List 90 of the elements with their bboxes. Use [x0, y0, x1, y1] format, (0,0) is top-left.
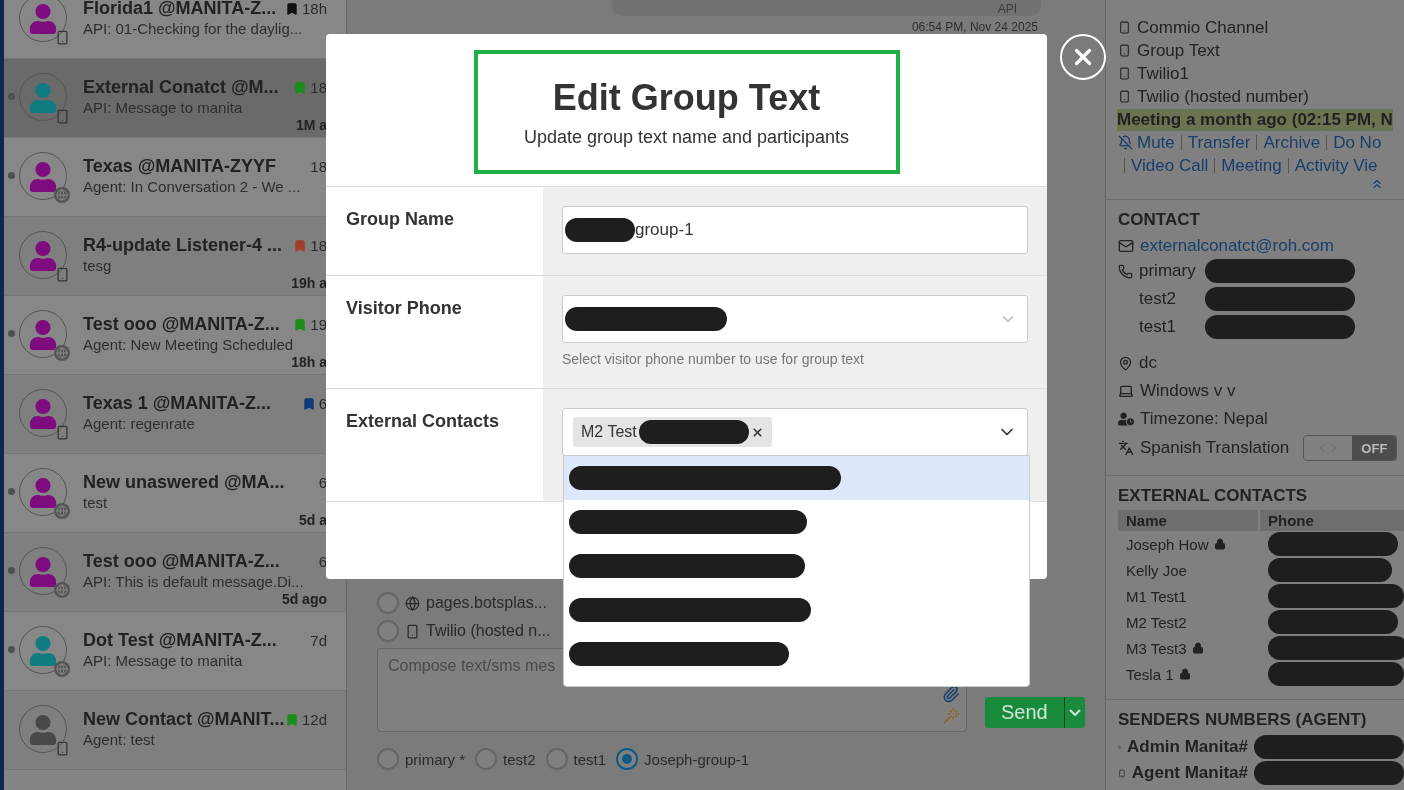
message-preview: Agent: test — [83, 731, 156, 748]
contact-name: Test ooo @MANITA-Z... — [83, 551, 280, 572]
field-label: Group Name — [345, 208, 456, 231]
modal-title: Edit Group Text — [552, 76, 821, 119]
time-label: 18h — [301, 0, 327, 17]
time-label: 18 — [310, 158, 327, 175]
section-heading: CONTACT — [1118, 210, 1201, 230]
action-link[interactable]: Meeting — [1221, 155, 1282, 176]
time-ago: 5d ago — [280, 591, 327, 607]
translation-toggle[interactable]: OFF — [1303, 435, 1398, 461]
time-label: 6 — [318, 553, 327, 570]
time-ago: 19h a — [290, 275, 327, 291]
action-link[interactable]: Activity Vie — [1294, 155, 1378, 176]
contact-name: Tesla 1 — [1126, 665, 1174, 683]
message-preview: Agent: In Conversation 2 - We ... — [83, 178, 302, 195]
contact-name: M3 Test3 — [1126, 639, 1187, 657]
sender-label: pages.botsplas... — [426, 594, 547, 612]
modal-subtitle: Update group text name and participants — [523, 126, 850, 148]
phone-label: primary — [1139, 261, 1197, 281]
time-label: 7d — [310, 632, 327, 649]
message-preview: test — [83, 494, 109, 511]
contact-name: Texas 1 @MANITA-Z... — [83, 393, 271, 414]
recipient-label: test2 — [503, 750, 536, 768]
meeting-banner: Meeting a month ago (02:15 PM, N — [1117, 108, 1393, 131]
contact-name: M1 Test1 — [1126, 587, 1187, 605]
location-text: dc — [1139, 353, 1157, 373]
conversation-item[interactable]: Test ooo @MANITA-Z... 6 API: This is default message.Di... 5d ago — [4, 533, 346, 612]
contact-name: Kelly Joe — [1126, 561, 1187, 579]
section-heading: EXTERNAL CONTACTS — [1118, 486, 1309, 506]
time-ago: 5d a — [298, 512, 327, 528]
sender-label: Twilio (hosted n... — [426, 622, 551, 640]
contact-name: External Conatct @M... — [83, 77, 279, 98]
recipient-label: primary * — [405, 750, 465, 768]
email-link[interactable]: externalconatct@roh.com — [1140, 235, 1334, 256]
contact-name: Test ooo @MANITA-Z... — [83, 314, 280, 335]
sender-number: Agent Manita# — [1131, 763, 1248, 783]
channel-label: Twilio (hosted number) — [1137, 86, 1309, 107]
contact-name: M2 Test2 — [1126, 613, 1187, 631]
contact-name: Dot Test @MANITA-Z... — [83, 630, 277, 651]
section-heading: SENDERS NUMBERS (AGENT) — [1118, 710, 1368, 730]
time-ago: 18h a — [290, 354, 327, 370]
action-link[interactable]: Transfer — [1187, 132, 1251, 153]
contact-name: Florida1 @MANITA-Z... — [83, 0, 277, 19]
message-preview: API: Message to manita — [83, 99, 244, 116]
message-preview: Agent: New Meeting Scheduled — [83, 336, 295, 353]
column-header: Name — [1118, 510, 1258, 531]
time-label: 18 — [310, 237, 327, 254]
tag-label: M2 Test — [581, 423, 637, 441]
time-label: 12d — [301, 711, 327, 728]
contacts-select[interactable]: M2 Test — [562, 408, 1028, 456]
action-link[interactable]: Mute — [1137, 132, 1175, 153]
recipient-label: test1 — [573, 750, 607, 768]
time-label: 19 — [310, 316, 327, 333]
message-preview: tesg — [83, 257, 113, 274]
timezone-text: Timezone: Nepal — [1140, 409, 1268, 429]
conversation-item[interactable]: New Contact @MANIT... 12d Agent: test — [4, 691, 346, 770]
phone-label: test2 — [1139, 289, 1177, 309]
action-link[interactable]: Do No — [1333, 132, 1382, 153]
action-link[interactable]: Video Call — [1131, 155, 1209, 176]
field-label: External Contacts — [345, 410, 501, 433]
message-bubble: API — [612, 0, 1041, 16]
message-preview: API: This is default message.Di... — [83, 573, 305, 590]
channel-label: Group Text — [1137, 40, 1220, 61]
action-link[interactable]: Archive — [1263, 132, 1321, 153]
message-timestamp: 06:54 PM, Nov 24 2025 — [911, 20, 1038, 34]
channel-label: Twilio1 — [1137, 63, 1189, 84]
time-label: 6 — [318, 474, 327, 491]
contact-name: New Contact @MANIT... — [83, 709, 285, 730]
group-name-field[interactable]: group-1 — [562, 206, 1028, 254]
field-value: group-1 — [635, 220, 694, 240]
device-text: Windows v v — [1140, 381, 1236, 401]
message-preview: Agent: regenrate — [83, 415, 196, 432]
sender-number: Admin Manita# — [1127, 737, 1248, 757]
field-hint: Select visitor phone number to use for group text — [562, 351, 865, 367]
message-preview: API: Message to manita — [83, 652, 244, 669]
time-label: 18 — [310, 79, 327, 96]
column-header: Phone — [1260, 510, 1404, 531]
translation-label: Spanish Translation — [1140, 438, 1290, 458]
message-preview: API: 01-Checking for the daylig... — [83, 20, 304, 37]
contact-name: Texas @MANITA-ZYYF — [83, 156, 276, 177]
field-label: Visitor Phone — [345, 297, 463, 320]
channel-label: Commio Channel — [1137, 17, 1269, 38]
contact-name: New unaswered @MA... — [83, 472, 285, 493]
send-button[interactable]: Send — [985, 697, 1064, 728]
contact-name: R4-update Listener-4 ... — [83, 235, 283, 256]
phone-label: test1 — [1139, 317, 1177, 337]
time-label: 6 — [318, 395, 327, 412]
contact-name: Joseph How — [1126, 535, 1209, 553]
time-ago: 1M a — [294, 117, 327, 133]
recipient-label: Joseph-group-1 — [644, 750, 750, 768]
